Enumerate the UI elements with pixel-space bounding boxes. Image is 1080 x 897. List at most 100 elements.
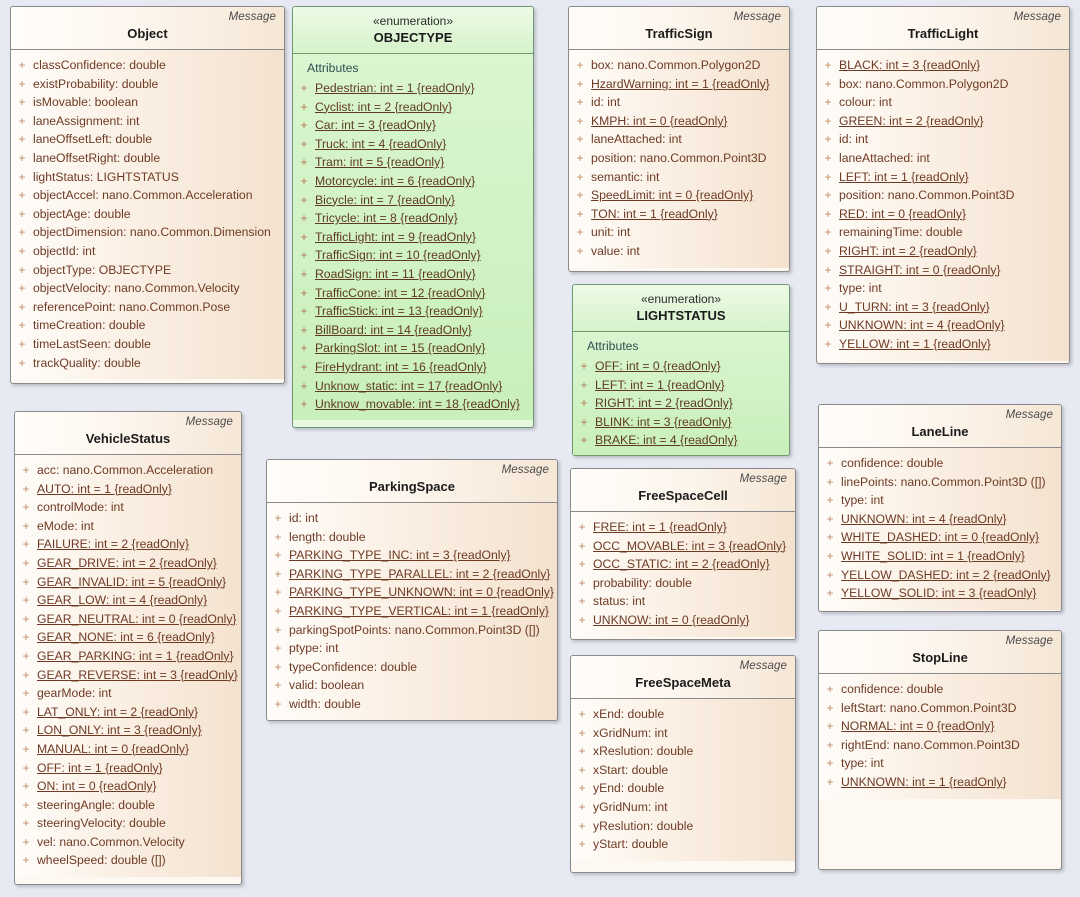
- attribute-row[interactable]: + Cyclist: int = 2 {readOnly}: [293, 98, 533, 117]
- attribute-row[interactable]: + yStart: double: [571, 835, 795, 854]
- attribute-row[interactable]: + value: int: [569, 242, 789, 261]
- attribute-row[interactable]: + YELLOW: int = 1 {readOnly}: [817, 335, 1069, 354]
- attribute-row[interactable]: + KMPH: int = 0 {readOnly}: [569, 112, 789, 131]
- attribute-row[interactable]: + PARKING_TYPE_UNKNOWN: int = 0 {readOnly…: [267, 583, 557, 602]
- attribute-row[interactable]: + steeringVelocity: double: [15, 814, 241, 833]
- attribute-row[interactable]: + TON: int = 1 {readOnly}: [569, 205, 789, 224]
- uml-class-freespacemeta[interactable]: Message FreeSpaceMeta + xEnd: double + xGridN…: [570, 655, 796, 873]
- attribute-row[interactable]: + LEFT: int = 1 {readOnly}: [573, 376, 789, 395]
- attribute-row[interactable]: + Motorcycle: int = 6 {readOnly}: [293, 172, 533, 191]
- attribute-row[interactable]: + rightEnd: nano.Common.Point3D: [819, 736, 1061, 755]
- attribute-row[interactable]: + yReslution: double: [571, 817, 795, 836]
- attribute-row[interactable]: + xReslution: double: [571, 742, 795, 761]
- attribute-row[interactable]: + acc: nano.Common.Acceleration: [15, 461, 241, 480]
- attribute-row[interactable]: + trackQuality: double: [11, 354, 284, 373]
- attribute-row[interactable]: + referencePoint: nano.Common.Pose: [11, 298, 284, 317]
- attribute-row[interactable]: + typeConfidence: double: [267, 658, 557, 677]
- attribute-row[interactable]: + xEnd: double: [571, 705, 795, 724]
- uml-class-freespacecell[interactable]: Message FreeSpaceCell + FREE: int = 1 {read…: [570, 468, 796, 640]
- attribute-row[interactable]: + objectType: OBJECTYPE: [11, 261, 284, 280]
- attribute-row[interactable]: + position: nano.Common.Point3D: [817, 186, 1069, 205]
- attribute-row[interactable]: + BLACK: int = 3 {readOnly}: [817, 56, 1069, 75]
- attribute-row[interactable]: + PARKING_TYPE_PARALLEL: int = 2 {readOnl…: [267, 565, 557, 584]
- attribute-row[interactable]: + TrafficSign: int = 10 {readOnly}: [293, 246, 533, 265]
- attribute-row[interactable]: + type: int: [817, 279, 1069, 298]
- uml-class-trafficlight[interactable]: Message TrafficLight + BLACK: int = 3 {read…: [816, 6, 1070, 364]
- attribute-row[interactable]: + eMode: int: [15, 517, 241, 536]
- attribute-row[interactable]: + colour: int: [817, 93, 1069, 112]
- attribute-row[interactable]: + GEAR_PARKING: int = 1 {readOnly}: [15, 647, 241, 666]
- attribute-row[interactable]: + GEAR_DRIVE: int = 2 {readOnly}: [15, 554, 241, 573]
- attribute-row[interactable]: + GEAR_NEUTRAL: int = 0 {readOnly}: [15, 610, 241, 629]
- attribute-row[interactable]: + RED: int = 0 {readOnly}: [817, 205, 1069, 224]
- attribute-row[interactable]: + PARKING_TYPE_VERTICAL: int = 1 {readOnl…: [267, 602, 557, 621]
- attribute-row[interactable]: + OFF: int = 0 {readOnly}: [573, 357, 789, 376]
- attribute-row[interactable]: + isMovable: boolean: [11, 93, 284, 112]
- attribute-row[interactable]: + position: nano.Common.Point3D: [569, 149, 789, 168]
- attribute-row[interactable]: + timeLastSeen: double: [11, 335, 284, 354]
- attribute-row[interactable]: + YELLOW_SOLID: int = 3 {readOnly}: [819, 584, 1061, 603]
- attribute-row[interactable]: + UNKNOWN: int = 1 {readOnly}: [819, 773, 1061, 792]
- uml-class-object[interactable]: Message Object + classConfidence: double + ex…: [10, 6, 285, 384]
- attribute-row[interactable]: + id: int: [817, 130, 1069, 149]
- attribute-row[interactable]: + FREE: int = 1 {readOnly}: [571, 518, 795, 537]
- attribute-row[interactable]: + GEAR_REVERSE: int = 3 {readOnly}: [15, 666, 241, 685]
- attribute-row[interactable]: + RIGHT: int = 2 {readOnly}: [817, 242, 1069, 261]
- uml-class-lightstatus[interactable]: «enumeration» LIGHTSTATUS Attributes + OFF: …: [572, 284, 790, 456]
- attribute-row[interactable]: + objectDimension: nano.Common.Dimension: [11, 223, 284, 242]
- attribute-row[interactable]: + steeringAngle: double: [15, 796, 241, 815]
- attribute-row[interactable]: + SpeedLimit: int = 0 {readOnly}: [569, 186, 789, 205]
- attribute-row[interactable]: + objectAge: double: [11, 205, 284, 224]
- attribute-row[interactable]: + classConfidence: double: [11, 56, 284, 75]
- attribute-row[interactable]: + width: double: [267, 695, 557, 714]
- attribute-row[interactable]: + box: nano.Common.Polygon2D: [569, 56, 789, 75]
- attribute-row[interactable]: + RoadSign: int = 11 {readOnly}: [293, 265, 533, 284]
- uml-class-objectype[interactable]: «enumeration» OBJECTYPE Attributes + Pedestr…: [292, 6, 534, 428]
- attribute-row[interactable]: + OCC_MOVABLE: int = 3 {readOnly}: [571, 537, 795, 556]
- attribute-row[interactable]: + ON: int = 0 {readOnly}: [15, 777, 241, 796]
- attribute-row[interactable]: + UNKNOWN: int = 4 {readOnly}: [819, 510, 1061, 529]
- attribute-row[interactable]: + ptype: int: [267, 639, 557, 658]
- uml-class-parkingspace[interactable]: Message ParkingSpace + id: int + length: doub…: [266, 459, 558, 721]
- attribute-row[interactable]: + type: int: [819, 491, 1061, 510]
- attribute-row[interactable]: + WHITE_DASHED: int = 0 {readOnly}: [819, 528, 1061, 547]
- attribute-row[interactable]: + Car: int = 3 {readOnly}: [293, 116, 533, 135]
- attribute-row[interactable]: + LAT_ONLY: int = 2 {readOnly}: [15, 703, 241, 722]
- attribute-row[interactable]: + type: int: [819, 754, 1061, 773]
- attribute-row[interactable]: + TrafficCone: int = 12 {readOnly}: [293, 284, 533, 303]
- attribute-row[interactable]: + confidence: double: [819, 680, 1061, 699]
- attribute-row[interactable]: + semantic: int: [569, 168, 789, 187]
- attribute-row[interactable]: + objectId: int: [11, 242, 284, 261]
- attribute-row[interactable]: + FireHydrant: int = 16 {readOnly}: [293, 358, 533, 377]
- attribute-row[interactable]: + laneOffsetLeft: double: [11, 130, 284, 149]
- attribute-row[interactable]: + probability: double: [571, 574, 795, 593]
- attribute-row[interactable]: + parkingSpotPoints: nano.Common.Point3D …: [267, 621, 557, 640]
- attribute-row[interactable]: + UNKNOWN: int = 4 {readOnly}: [817, 316, 1069, 335]
- attribute-row[interactable]: + BRAKE: int = 4 {readOnly}: [573, 431, 789, 450]
- attribute-row[interactable]: + Tram: int = 5 {readOnly}: [293, 153, 533, 172]
- attribute-row[interactable]: + Bicycle: int = 7 {readOnly}: [293, 191, 533, 210]
- attribute-row[interactable]: + vel: nano.Common.Velocity: [15, 833, 241, 852]
- uml-class-trafficsign[interactable]: Message TrafficSign + box: nano.Common.Poly…: [568, 6, 790, 272]
- attribute-row[interactable]: + remainingTime: double: [817, 223, 1069, 242]
- uml-class-laneline[interactable]: Message LaneLine + confidence: double + lineP…: [818, 404, 1062, 612]
- attribute-row[interactable]: + TrafficLight: int = 9 {readOnly}: [293, 228, 533, 247]
- attribute-row[interactable]: + GEAR_INVALID: int = 5 {readOnly}: [15, 573, 241, 592]
- attribute-row[interactable]: + OFF: int = 1 {readOnly}: [15, 759, 241, 778]
- attribute-row[interactable]: + linePoints: nano.Common.Point3D ([]): [819, 473, 1061, 492]
- attribute-row[interactable]: + HzardWarning: int = 1 {readOnly}: [569, 75, 789, 94]
- attribute-row[interactable]: + laneAssignment: int: [11, 112, 284, 131]
- uml-class-vehiclestatus[interactable]: Message VehicleStatus + acc: nano.Common.Ac…: [14, 411, 242, 885]
- attribute-row[interactable]: + Truck: int = 4 {readOnly}: [293, 135, 533, 154]
- attribute-row[interactable]: + id: int: [569, 93, 789, 112]
- attribute-row[interactable]: + TrafficStick: int = 13 {readOnly}: [293, 302, 533, 321]
- attribute-row[interactable]: + status: int: [571, 592, 795, 611]
- attribute-row[interactable]: + id: int: [267, 509, 557, 528]
- attribute-row[interactable]: + Unknow_movable: int = 18 {readOnly}: [293, 395, 533, 414]
- attribute-row[interactable]: + yEnd: double: [571, 779, 795, 798]
- attribute-row[interactable]: + ParkingSlot: int = 15 {readOnly}: [293, 339, 533, 358]
- attribute-row[interactable]: + laneAttached: int: [817, 149, 1069, 168]
- attribute-row[interactable]: + UNKNOW: int = 0 {readOnly}: [571, 611, 795, 630]
- attribute-row[interactable]: + gearMode: int: [15, 684, 241, 703]
- attribute-row[interactable]: + objectAccel: nano.Common.Acceleration: [11, 186, 284, 205]
